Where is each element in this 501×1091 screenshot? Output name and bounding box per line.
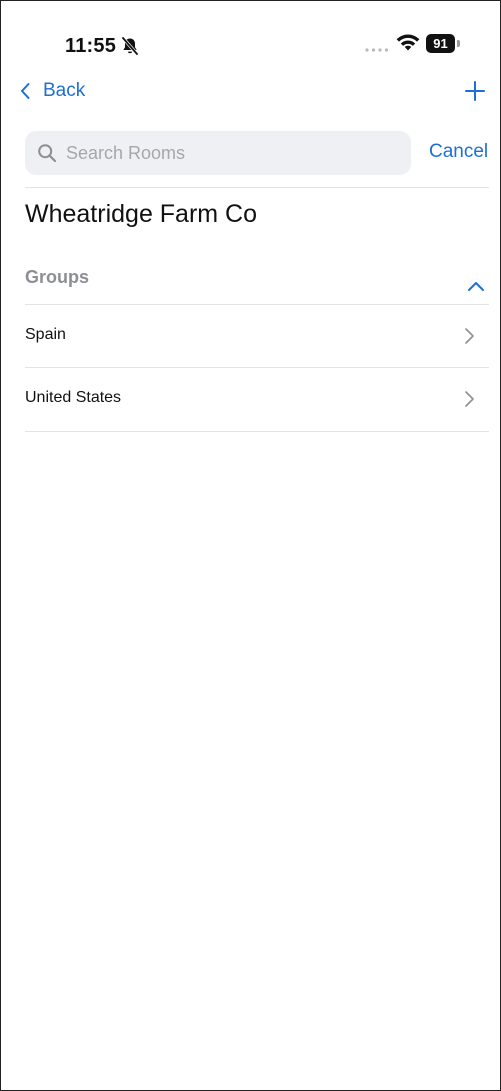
section-header-groups: Groups <box>25 267 90 287</box>
list-item-label: Spain <box>25 326 66 343</box>
back-button[interactable]: Back <box>19 77 85 105</box>
collapse-groups-button[interactable] <box>465 275 487 297</box>
add-button[interactable] <box>461 77 489 105</box>
battery-level: 91 <box>426 34 455 53</box>
battery-icon: 91 <box>426 34 460 53</box>
status-bar: 11:55 91 <box>1 1 500 81</box>
cancel-button[interactable]: Cancel <box>429 141 488 163</box>
app-screen: 11:55 91 Back Search Rooms Cancel Wheatr… <box>0 0 501 1091</box>
divider <box>25 187 489 188</box>
search-field[interactable] <box>25 131 411 175</box>
chevron-right-icon <box>465 391 474 407</box>
chevron-left-icon <box>21 83 30 99</box>
wifi-icon <box>395 33 421 53</box>
divider <box>25 431 489 432</box>
chevron-up-icon <box>468 282 484 291</box>
plus-icon <box>465 81 485 101</box>
status-time: 11:55 <box>65 35 117 57</box>
bell-slash-icon <box>119 36 141 56</box>
search-input[interactable] <box>66 142 386 164</box>
cellular-signal-icon <box>364 41 390 52</box>
back-label: Back <box>43 80 86 101</box>
list-item-united-states[interactable]: United States <box>25 368 489 430</box>
battery-tip <box>457 40 460 47</box>
page-title: Wheatridge Farm Co <box>25 200 258 228</box>
list-item-label: United States <box>25 389 122 406</box>
search-icon <box>38 144 57 163</box>
list-item-spain[interactable]: Spain <box>25 305 489 367</box>
chevron-right-icon <box>465 328 474 344</box>
